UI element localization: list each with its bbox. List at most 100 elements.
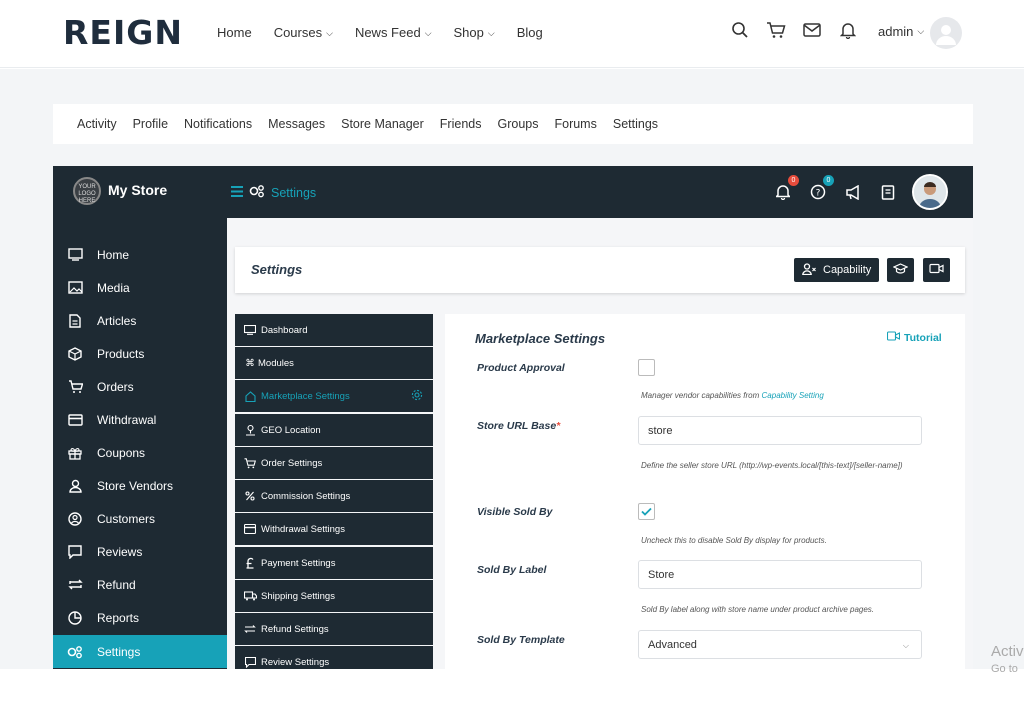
sidebar-item-settings[interactable]: Settings xyxy=(53,635,227,668)
top-header: REIGN Home Courses ⌵ News Feed ⌵ Shop ⌵ Blo… xyxy=(0,0,1024,68)
store-name[interactable]: My Store xyxy=(108,182,167,198)
sidebar-item-orders[interactable]: Orders xyxy=(53,370,227,403)
sidebar-item-coupons[interactable]: Coupons xyxy=(53,436,227,469)
subnav-store-manager[interactable]: Store Manager xyxy=(341,117,424,131)
user-menu[interactable]: admin ⌵ xyxy=(878,24,924,39)
sidebar-item-products[interactable]: Products xyxy=(53,337,227,370)
required-marker: * xyxy=(556,420,561,432)
megaphone-icon[interactable] xyxy=(843,182,863,202)
menu-toggle-icon[interactable] xyxy=(231,185,243,200)
sidebar-item-home[interactable]: Home xyxy=(53,238,227,271)
settings-menu-order[interactable]: Order Settings xyxy=(235,447,433,479)
home-icon xyxy=(243,390,257,402)
sidebar-item-reports[interactable]: Reports xyxy=(53,601,227,634)
user-circle-icon xyxy=(65,511,85,526)
subnav-friends[interactable]: Friends xyxy=(440,117,482,131)
gift-icon xyxy=(65,446,85,460)
user-capability-icon xyxy=(802,262,817,278)
settings-menu-label: GEO Location xyxy=(261,424,321,436)
settings-menu-geo-location[interactable]: GEO Location xyxy=(235,414,433,446)
product-approval-checkbox[interactable] xyxy=(638,359,655,376)
nav-news-feed[interactable]: News Feed ⌵ xyxy=(355,24,432,42)
subnav-activity[interactable]: Activity xyxy=(77,117,117,131)
site-logo[interactable]: REIGN xyxy=(63,14,183,52)
avatar[interactable] xyxy=(930,17,962,49)
refund-icon xyxy=(65,578,85,591)
store-url-base-input[interactable]: store xyxy=(638,416,922,445)
nav-blog[interactable]: Blog xyxy=(517,24,543,42)
search-icon[interactable] xyxy=(730,20,750,40)
page-bottom xyxy=(0,669,1024,706)
subnav-settings[interactable]: Settings xyxy=(613,117,658,131)
subnav-messages[interactable]: Messages xyxy=(268,117,325,131)
settings-header: Settings Capability xyxy=(235,247,965,293)
capability-setting-link[interactable]: Capability Setting xyxy=(762,391,824,400)
chevron-down-icon: ⌵ xyxy=(917,26,925,36)
settings-menu-dashboard[interactable]: Dashboard xyxy=(235,314,433,346)
comment-icon xyxy=(65,544,85,559)
store-user-avatar[interactable] xyxy=(912,174,948,210)
capability-help: Manager vendor capabilities from Capabil… xyxy=(641,388,931,404)
store-logo[interactable]: YOUR LOGO HERE xyxy=(73,177,101,205)
settings-menu-modules[interactable]: ⌘ Modules xyxy=(235,347,433,379)
sidebar-item-media[interactable]: Media xyxy=(53,271,227,304)
nav-shop[interactable]: Shop ⌵ xyxy=(454,24,495,42)
sidebar-item-refund[interactable]: Refund xyxy=(53,568,227,601)
sidebar-item-withdrawal[interactable]: Withdrawal xyxy=(53,403,227,436)
help-icon[interactable]: ? 0 xyxy=(808,175,834,202)
sidebar-item-articles[interactable]: Articles xyxy=(53,304,227,337)
sidebar-item-label: Settings xyxy=(97,644,141,659)
visible-sold-by-checkbox[interactable] xyxy=(638,503,655,520)
tutorial-link[interactable]: Tutorial xyxy=(886,331,942,344)
nav-home[interactable]: Home xyxy=(217,24,252,42)
capability-button[interactable]: Capability xyxy=(794,258,880,282)
settings-menu-commission[interactable]: Commission Settings xyxy=(235,480,433,512)
settings-menu-marketplace[interactable]: Marketplace Settings xyxy=(235,380,433,412)
subnav-groups[interactable]: Groups xyxy=(497,117,538,131)
sidebar-item-reviews[interactable]: Reviews xyxy=(53,535,227,568)
subnav-notifications[interactable]: Notifications xyxy=(184,117,252,131)
settings-menu-refund[interactable]: Refund Settings xyxy=(235,613,433,645)
video-icon xyxy=(929,261,944,279)
nav-courses[interactable]: Courses ⌵ xyxy=(274,24,333,42)
cart-icon[interactable] xyxy=(766,20,786,40)
sidebar-item-label: Media xyxy=(97,280,130,295)
graduation-cap-icon xyxy=(892,261,909,279)
settings-menu-payment[interactable]: Payment Settings xyxy=(235,547,433,579)
graduation-button[interactable] xyxy=(887,258,914,282)
card-icon xyxy=(243,524,257,534)
gear-icon xyxy=(411,389,423,404)
store-bell-icon[interactable]: 0 xyxy=(773,175,799,202)
tutorial-label: Tutorial xyxy=(904,331,942,344)
sold-by-label-input[interactable]: Store xyxy=(638,560,922,589)
sidebar-item-customers[interactable]: Customers xyxy=(53,502,227,535)
visible-sold-by-help: Uncheck this to disable Sold By display … xyxy=(641,536,827,545)
page-title: Settings xyxy=(251,262,303,277)
gears-icon xyxy=(65,645,85,659)
nav-blog-label: Blog xyxy=(516,25,543,40)
bell-icon[interactable] xyxy=(838,20,858,40)
subnav-forums[interactable]: Forums xyxy=(554,117,596,131)
product-approval-label: Product Approval xyxy=(477,362,565,374)
chevron-down-icon: ⌵ xyxy=(326,28,333,38)
sold-by-template-select[interactable]: Advanced ⌵ xyxy=(638,630,922,659)
sidebar-item-store-vendors[interactable]: Store Vendors xyxy=(53,469,227,502)
notification-badge: 0 xyxy=(788,175,799,186)
user-icon xyxy=(65,479,85,493)
settings-menu-withdrawal[interactable]: Withdrawal Settings xyxy=(235,513,433,545)
store-header-icons: 0 ? 0 xyxy=(773,175,913,202)
sold-by-label-label: Sold By Label xyxy=(477,564,547,576)
knowledgebase-icon[interactable] xyxy=(878,182,898,202)
store-sidebar: Home Media Articles Products Orders With… xyxy=(53,218,227,669)
settings-menu-label: Modules xyxy=(258,357,294,369)
subnav-profile[interactable]: Profile xyxy=(133,117,168,131)
breadcrumb: Settings xyxy=(231,184,316,201)
user-name: admin xyxy=(878,24,914,39)
video-button[interactable] xyxy=(923,258,950,282)
settings-menu-shipping[interactable]: Shipping Settings xyxy=(235,580,433,612)
settings-menu-label: Review Settings xyxy=(261,656,330,668)
mail-icon[interactable] xyxy=(802,20,822,40)
svg-text:?: ? xyxy=(816,189,821,199)
nav-news-feed-label: News Feed xyxy=(354,25,421,40)
document-icon xyxy=(65,313,85,328)
